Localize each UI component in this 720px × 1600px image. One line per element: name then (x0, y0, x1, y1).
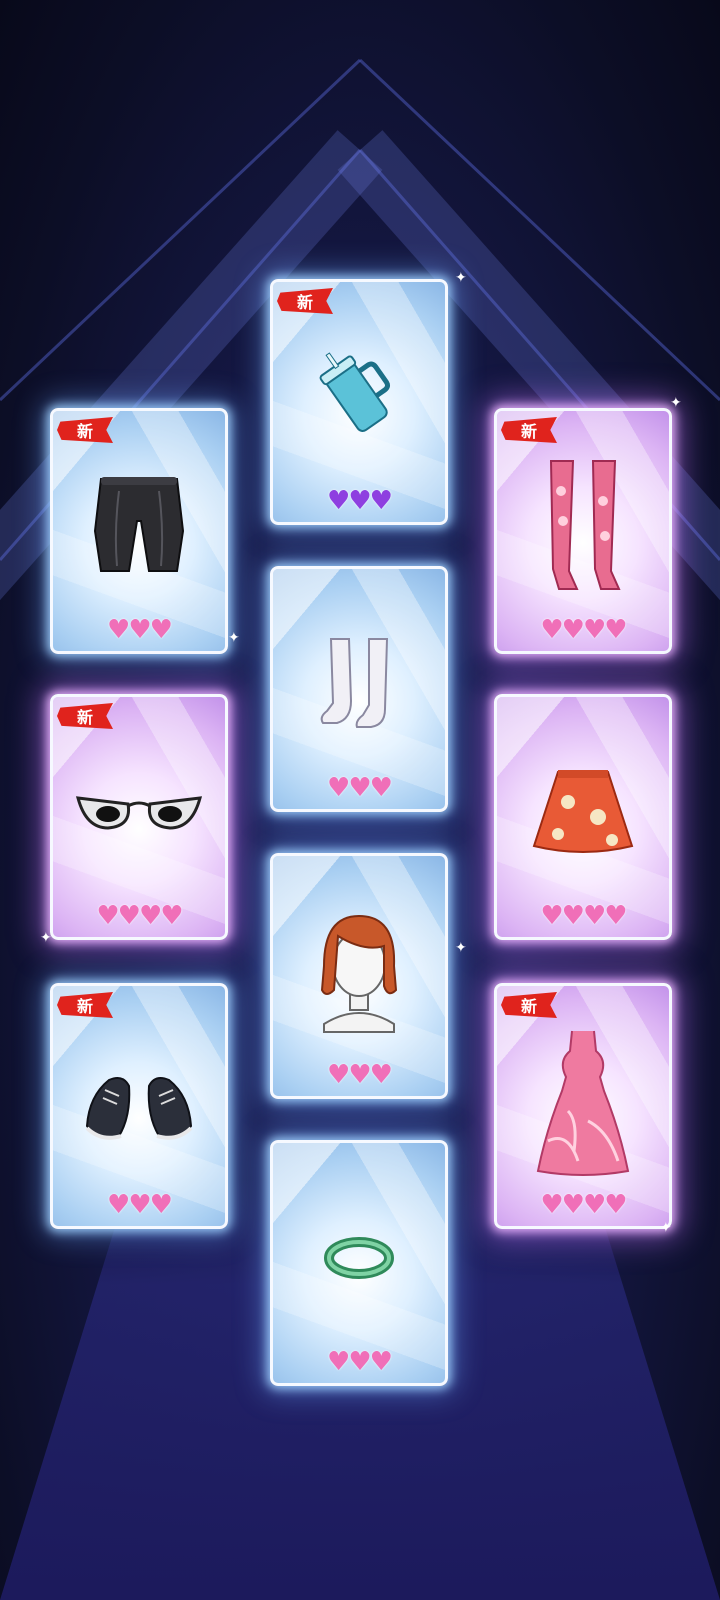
rarity-hearts: ♥♥♥ (327, 1347, 393, 1377)
card-hair[interactable]: ♥♥♥ (270, 853, 448, 1099)
sparkle-decoration: ✦ (660, 1220, 672, 1236)
white-socks-icon (273, 589, 445, 779)
floral-skirt-icon (497, 717, 669, 907)
sparkle-decoration: ✦ (40, 930, 52, 946)
tumbler-cup-icon (273, 302, 445, 492)
rarity-hearts: ♥♥♥ (107, 1190, 173, 1220)
rarity-hearts: ♥♥♥ (327, 486, 393, 516)
rarity-hearts: ♥♥♥♥ (540, 1190, 627, 1220)
sparkle-decoration: ✦ (670, 395, 682, 411)
rarity-hearts: ♥♥♥♥ (540, 615, 627, 645)
cat-eye-sunglasses-icon (53, 717, 225, 907)
card-glasses[interactable]: 新 ♥♥♥♥ (50, 694, 228, 940)
rarity-hearts: ♥♥♥♥ (540, 901, 627, 931)
sparkle-decoration: ✦ (455, 270, 467, 286)
sneakers-icon (53, 1006, 225, 1196)
card-sneakers[interactable]: 新 ♥♥♥ (50, 983, 228, 1229)
rarity-hearts: ♥♥♥ (327, 1060, 393, 1090)
rarity-hearts: ♥♥♥ (327, 773, 393, 803)
card-stockings[interactable]: 新 ♥♥♥♥ (494, 408, 672, 654)
rarity-hearts: ♥♥♥♥ (96, 901, 183, 931)
jade-bangle-icon (273, 1163, 445, 1353)
card-dress[interactable]: 新 ♥♥♥♥ (494, 983, 672, 1229)
ruffle-dress-icon (497, 1006, 669, 1196)
biker-shorts-icon (53, 431, 225, 621)
card-skirt[interactable]: ♥♥♥♥ (494, 694, 672, 940)
lace-stockings-icon (497, 431, 669, 621)
rarity-hearts: ♥♥♥ (107, 615, 173, 645)
card-shorts[interactable]: 新 ♥♥♥ (50, 408, 228, 654)
sparkle-decoration: ✦ (455, 940, 467, 956)
card-socks[interactable]: ♥♥♥ (270, 566, 448, 812)
card-tumbler[interactable]: 新 ♥♥♥ (270, 279, 448, 525)
sparkle-decoration: ✦ (228, 630, 240, 646)
bob-hairstyle-icon (273, 876, 445, 1066)
card-bangle[interactable]: ♥♥♥ (270, 1140, 448, 1386)
